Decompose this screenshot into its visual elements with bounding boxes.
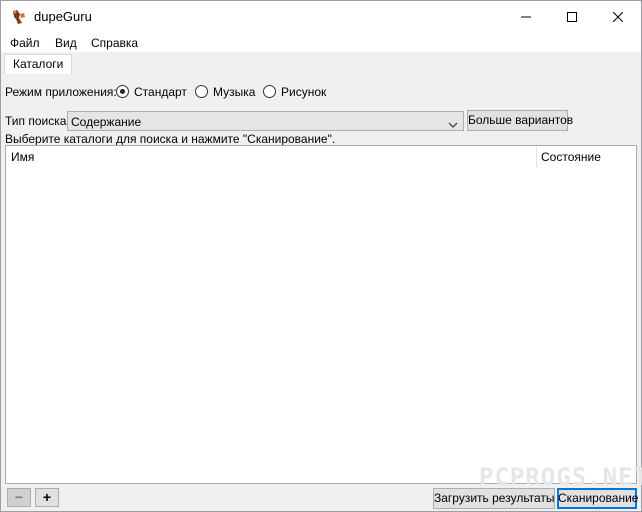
add-directory-button[interactable]: + xyxy=(35,488,59,507)
mode-picture-label[interactable]: Рисунок xyxy=(281,85,326,99)
remove-directory-button[interactable]: − xyxy=(7,488,31,507)
scan-type-label: Тип поиска: xyxy=(5,114,70,128)
menu-bar: Файл Вид Справка xyxy=(1,32,641,52)
menu-view[interactable]: Вид xyxy=(55,36,77,50)
load-results-button[interactable]: Загрузить результаты xyxy=(433,488,555,509)
column-header-name[interactable]: Имя xyxy=(11,150,34,164)
menu-file[interactable]: Файл xyxy=(10,36,40,50)
close-icon xyxy=(613,11,623,22)
minimize-button[interactable] xyxy=(503,1,549,32)
mode-standard-label[interactable]: Стандарт xyxy=(134,85,187,99)
maximize-icon xyxy=(567,11,577,22)
maximize-button[interactable] xyxy=(549,1,595,32)
tab-strip: Каталоги xyxy=(1,52,641,75)
menu-help[interactable]: Справка xyxy=(91,36,138,50)
tab-directories[interactable]: Каталоги xyxy=(4,54,73,75)
directories-panel: Режим приложения: Стандарт Музыка Рисуно… xyxy=(1,74,642,511)
close-button[interactable] xyxy=(595,1,641,32)
window-title: dupeGuru xyxy=(34,9,92,24)
mode-picture-radio[interactable] xyxy=(263,85,276,98)
dupeguru-logo-icon xyxy=(11,9,27,25)
mode-standard-radio[interactable] xyxy=(116,85,129,98)
scan-type-value: Содержание xyxy=(71,115,142,129)
chevron-down-icon xyxy=(448,118,458,132)
mode-music-label[interactable]: Музыка xyxy=(213,85,255,99)
directories-table[interactable]: Имя Состояние xyxy=(5,145,637,484)
scan-button[interactable]: Сканирование xyxy=(557,488,638,509)
minimize-icon xyxy=(521,12,531,22)
hint-text: Выберите каталоги для поиска и нажмите "… xyxy=(5,132,336,146)
column-header-state[interactable]: Состояние xyxy=(541,150,601,164)
column-divider[interactable] xyxy=(536,146,537,168)
app-window: dupeGuru Файл Вид Справка Каталоги Режим… xyxy=(0,0,642,512)
title-bar[interactable]: dupeGuru xyxy=(1,1,641,32)
more-options-button[interactable]: Больше вариантов xyxy=(467,110,573,131)
watermark: PCPROGS.NET xyxy=(479,463,642,491)
mode-label: Режим приложения: xyxy=(5,85,117,99)
scan-type-select[interactable]: Содержание xyxy=(67,111,464,131)
mode-music-radio[interactable] xyxy=(195,85,208,98)
